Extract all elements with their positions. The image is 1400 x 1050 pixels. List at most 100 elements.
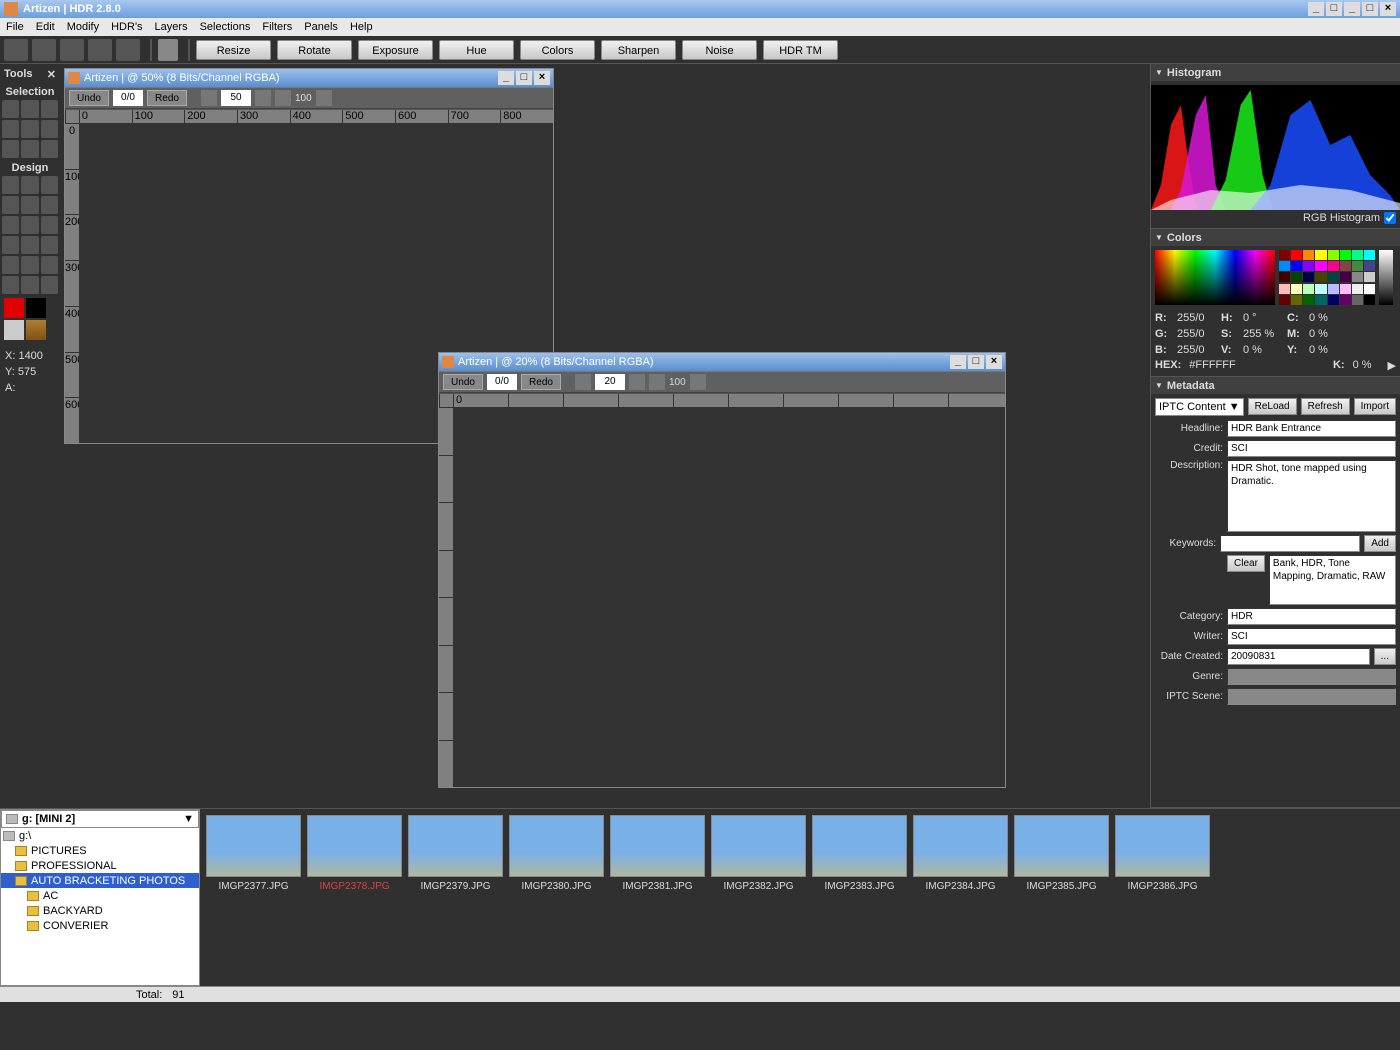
toolbar-noise[interactable]: Noise <box>682 40 757 60</box>
alt-minimize-button[interactable]: _ <box>1344 2 1360 16</box>
tool-brush[interactable] <box>2 176 19 194</box>
doc2-zoom-in-icon[interactable] <box>649 374 665 390</box>
tool-sponge[interactable] <box>21 216 38 234</box>
toolbar-rotate[interactable]: Rotate <box>277 40 352 60</box>
tool-pen[interactable] <box>41 140 58 158</box>
open-icon[interactable] <box>32 39 56 61</box>
tree-item[interactable]: PICTURES <box>1 843 199 858</box>
doc1-close[interactable]: × <box>534 71 550 85</box>
doc2-close[interactable]: × <box>986 355 1002 369</box>
tool-dodge[interactable] <box>41 196 58 214</box>
credit-field[interactable] <box>1227 440 1396 457</box>
thumbnail[interactable]: IMGP2386.JPG <box>1115 815 1210 980</box>
tool-pencil[interactable] <box>41 176 58 194</box>
document-window-2[interactable]: Artizen | @ 20% (8 Bits/Channel RGBA) _ … <box>438 352 1006 788</box>
headline-field[interactable] <box>1227 420 1396 437</box>
greyscale-strip[interactable] <box>1379 250 1393 305</box>
thumbnail[interactable]: IMGP2380.JPG <box>509 815 604 980</box>
import-button[interactable]: Import <box>1354 398 1396 415</box>
doc2-fit-icon[interactable] <box>690 374 706 390</box>
doc1-zoom-value[interactable]: 50 <box>221 90 251 106</box>
menu-file[interactable]: File <box>6 21 24 33</box>
thumbnail[interactable]: IMGP2384.JPG <box>913 815 1008 980</box>
category-field[interactable] <box>1227 608 1396 625</box>
doc1-zoom-in-icon[interactable] <box>275 90 291 106</box>
metadata-type-dropdown[interactable]: IPTC Content ▼ <box>1155 398 1244 416</box>
doc2-redo[interactable]: Redo <box>521 374 561 390</box>
thumbnail[interactable]: IMGP2382.JPG <box>711 815 806 980</box>
doc2-undo[interactable]: Undo <box>443 374 483 390</box>
folder-tree[interactable]: g: [MINI 2]▼ g:\PICTURESPROFESSIONALAUTO… <box>0 809 200 986</box>
tool-smudge[interactable] <box>41 216 58 234</box>
doc2-minimize[interactable]: _ <box>950 355 966 369</box>
doc2-image[interactable] <box>453 407 1005 787</box>
colors-flyout-icon[interactable]: ▶ <box>1388 359 1396 372</box>
metadata-header[interactable]: Metadata <box>1151 377 1400 394</box>
tool-wand[interactable] <box>41 120 58 138</box>
doc1-maximize[interactable]: □ <box>516 71 532 85</box>
grey-swatch[interactable] <box>4 320 24 340</box>
doc2-zoom-out-icon[interactable] <box>575 374 591 390</box>
tool-text[interactable] <box>2 256 19 274</box>
tree-item[interactable]: g:\ <box>1 828 199 843</box>
date-created-field[interactable] <box>1227 648 1370 665</box>
toolbar-exposure[interactable]: Exposure <box>358 40 433 60</box>
keywords-list[interactable]: Bank, HDR, Tone Mapping, Dramatic, RAW <box>1269 555 1396 605</box>
tool-move[interactable] <box>41 100 58 118</box>
iptc-scene-field[interactable] <box>1227 688 1396 705</box>
tools-close-icon[interactable]: ✕ <box>47 68 56 81</box>
doc1-undo[interactable]: Undo <box>69 90 109 106</box>
toolbar-colors[interactable]: Colors <box>520 40 595 60</box>
description-field[interactable]: HDR Shot, tone mapped using Dramatic. <box>1227 460 1396 532</box>
tree-item[interactable]: BACKYARD <box>1 903 199 918</box>
tool-eraser[interactable] <box>21 176 38 194</box>
tool-heal[interactable] <box>21 196 38 214</box>
thumbnail[interactable]: IMGP2385.JPG <box>1014 815 1109 980</box>
writer-field[interactable] <box>1227 628 1396 645</box>
menu-panels[interactable]: Panels <box>304 21 338 33</box>
toolbar-sharpen[interactable]: Sharpen <box>601 40 676 60</box>
tree-item[interactable]: CONVERIER <box>1 918 199 933</box>
new-icon[interactable] <box>4 39 28 61</box>
background-swatch[interactable] <box>26 298 46 318</box>
maximize-button[interactable]: □ <box>1362 2 1378 16</box>
tool-sharpen[interactable] <box>21 236 38 254</box>
save-icon[interactable] <box>60 39 84 61</box>
menu-layers[interactable]: Layers <box>155 21 188 33</box>
foreground-swatch[interactable] <box>4 298 24 318</box>
doc2-zoom-stepper[interactable] <box>629 374 645 390</box>
doc1-fit-icon[interactable] <box>316 90 332 106</box>
doc2-maximize[interactable]: □ <box>968 355 984 369</box>
colors-header[interactable]: Colors <box>1151 229 1400 246</box>
menu-hdrs[interactable]: HDR's <box>111 21 142 33</box>
doc1-minimize[interactable]: _ <box>498 71 514 85</box>
color-gradient-picker[interactable] <box>1155 250 1275 305</box>
drive-dropdown[interactable]: g: [MINI 2]▼ <box>1 810 199 828</box>
clear-keywords-button[interactable]: Clear <box>1227 555 1265 572</box>
camera-icon[interactable] <box>88 39 112 61</box>
tool-clone[interactable] <box>2 196 19 214</box>
tool-marquee[interactable] <box>21 120 38 138</box>
tree-item[interactable]: PROFESSIONAL <box>1 858 199 873</box>
tool-hand[interactable] <box>21 100 38 118</box>
genre-field[interactable] <box>1227 668 1396 685</box>
doc1-zoom-out-icon[interactable] <box>201 90 217 106</box>
histogram-header[interactable]: Histogram <box>1151 64 1400 81</box>
histogram-rgb-checkbox[interactable] <box>1384 212 1396 224</box>
refresh-button[interactable]: Refresh <box>1301 398 1350 415</box>
tool-transform[interactable] <box>21 140 38 158</box>
tool-bucket[interactable] <box>2 276 19 294</box>
restore-button[interactable]: □ <box>1326 2 1342 16</box>
menu-help[interactable]: Help <box>350 21 373 33</box>
reload-button[interactable]: ReLoad <box>1248 398 1297 415</box>
tool-arrow[interactable] <box>2 100 19 118</box>
doc2-zoom-value[interactable]: 20 <box>595 374 625 390</box>
tool-crop[interactable] <box>2 140 19 158</box>
tree-item[interactable]: AC <box>1 888 199 903</box>
pointer-icon[interactable] <box>158 39 178 61</box>
thumbnail[interactable]: IMGP2378.JPG <box>307 815 402 980</box>
color-palette[interactable] <box>1279 250 1375 305</box>
menu-selections[interactable]: Selections <box>200 21 251 33</box>
print-icon[interactable] <box>116 39 140 61</box>
doc1-redo[interactable]: Redo <box>147 90 187 106</box>
